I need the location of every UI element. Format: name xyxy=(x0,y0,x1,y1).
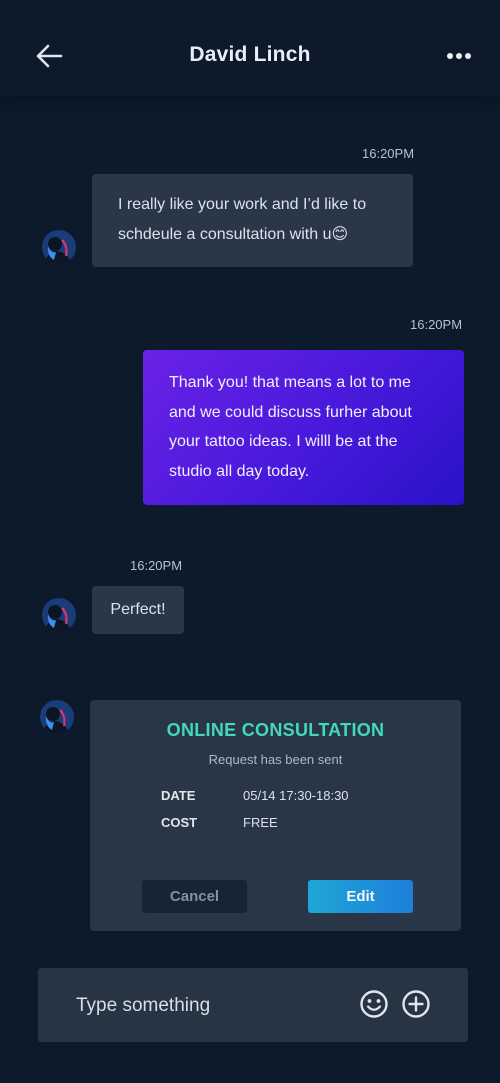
message-text-line: studio all day today. xyxy=(169,462,310,480)
smile-emoji-icon: 😊 xyxy=(331,226,349,243)
outgoing-message-bubble: Thank you! that means a lot to me and we… xyxy=(143,350,464,505)
consultation-title: ONLINE CONSULTATION xyxy=(166,720,385,740)
emoji-icon[interactable] xyxy=(359,989,389,1019)
avatar xyxy=(40,700,74,734)
message-timestamp: 16:20PM xyxy=(130,558,183,573)
message-timestamp: 16:20PM xyxy=(410,317,463,332)
incoming-message-bubble: Perfect! xyxy=(92,586,184,634)
consultation-card: ONLINE CONSULTATION Request has been sen… xyxy=(90,700,461,931)
message-text: I really like your work and I’d like to xyxy=(118,196,367,213)
more-options-icon[interactable] xyxy=(444,48,474,64)
message-timestamp: 16:20PM xyxy=(362,146,415,161)
date-label: DATE xyxy=(161,788,196,803)
date-value: 05/14 17:30-18:30 xyxy=(243,788,349,803)
cancel-button[interactable]: Cancel xyxy=(142,880,247,913)
consultation-status: Request has been sent xyxy=(208,752,343,767)
message-input[interactable] xyxy=(74,988,348,1024)
cost-value: FREE xyxy=(243,815,278,830)
message-text-line: your tattoo ideas. I willl be at the xyxy=(169,433,398,450)
avatar xyxy=(42,598,76,632)
message-text: Perfect! xyxy=(110,601,166,618)
message-text-line: schdeule a consultation with u😊 xyxy=(118,226,349,243)
message-composer xyxy=(38,968,468,1042)
chat-title: David Linch xyxy=(189,43,311,66)
message-text-line: Thank you! that means a lot to me xyxy=(169,374,411,391)
avatar xyxy=(42,230,76,264)
edit-button[interactable]: Edit xyxy=(308,880,413,913)
chat-header: David Linch xyxy=(0,0,500,96)
message-text-line: and we could discuss furher about xyxy=(169,403,412,421)
incoming-message-bubble: I really like your work and I’d like to … xyxy=(92,174,413,267)
add-icon[interactable] xyxy=(401,989,431,1019)
cost-label: COST xyxy=(161,815,198,830)
